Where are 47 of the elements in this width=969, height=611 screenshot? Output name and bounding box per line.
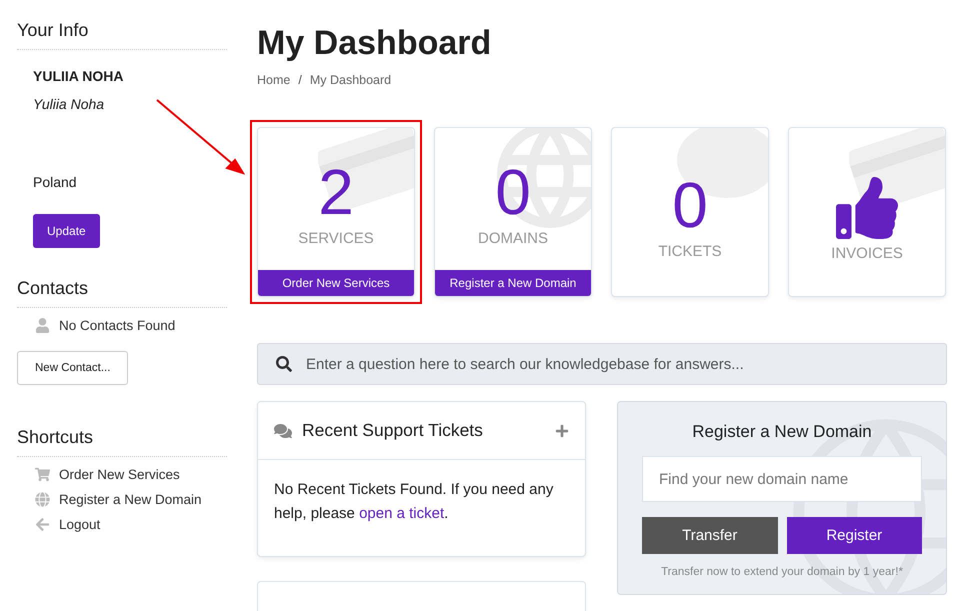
stat-tile[interactable]: 0 DOMAINS Register a New Domain xyxy=(434,127,592,297)
stat-count: 0 xyxy=(672,172,708,236)
tile-action-link[interactable]: Order New Services xyxy=(258,270,414,296)
country: Poland xyxy=(33,174,78,190)
section-heading: Shortcuts xyxy=(17,427,227,457)
breadcrumb-link[interactable]: My Dashboard xyxy=(310,73,392,87)
register-button[interactable]: Register xyxy=(786,517,922,554)
stat-tile[interactable]: 2 SERVICES Order New Services xyxy=(257,127,415,297)
page-title: My Dashboard xyxy=(257,24,492,63)
full-name: Yuliia Noha xyxy=(33,96,106,112)
shortcut-link[interactable]: Logout xyxy=(17,507,227,532)
new-contact-button[interactable]: New Contact... xyxy=(17,351,128,385)
search-field[interactable]: Enter a question here to search our knowledgebase for answers... xyxy=(257,343,947,385)
search-input[interactable]: Enter a question here to search our knowledgebase for answers... xyxy=(304,354,928,374)
open-ticket-link[interactable]: open a ticket xyxy=(359,505,444,522)
panel-title: Recent Support Tickets xyxy=(302,420,484,441)
stat-tile[interactable]: 0 TICKETS xyxy=(611,127,769,297)
empty-contacts-text: No Contacts Found xyxy=(59,318,176,333)
stat-label: TICKETS xyxy=(658,242,722,260)
transfer-button[interactable]: Transfer xyxy=(642,517,778,554)
user-icon xyxy=(33,318,51,333)
chat-bubbles-icon xyxy=(274,422,292,440)
update-button[interactable]: Update xyxy=(33,214,100,248)
panel-title: Register a New Domain xyxy=(692,422,872,442)
cart-icon xyxy=(33,467,51,482)
shortcut-link[interactable]: Order New Services xyxy=(17,457,227,482)
tile-action-link[interactable]: Register a New Domain xyxy=(435,270,591,296)
stat-label: SERVICES xyxy=(298,230,374,246)
stat-label: DOMAINS xyxy=(478,230,548,246)
section-heading: Your Info xyxy=(17,20,227,50)
user-name: YULIIA NOHA xyxy=(33,68,124,84)
shortcut-link[interactable]: Register a New Domain xyxy=(17,482,227,507)
stat-label: INVOICES xyxy=(831,244,903,262)
domain-input[interactable]: Find your new domain name xyxy=(642,456,922,502)
globe-icon xyxy=(33,492,51,507)
breadcrumb-separator: / xyxy=(298,73,302,87)
stat-count: 2 xyxy=(318,160,354,224)
panel-text: No Recent Tickets Found. If you need any help, please open a ticket. xyxy=(273,480,554,524)
globe-watermark-icon xyxy=(495,128,591,230)
stat-count: 0 xyxy=(495,160,531,224)
section-heading: Contacts xyxy=(17,278,227,308)
transfer-note: Transfer now to extend your domain by 1 year!* xyxy=(661,566,903,578)
thumbs-up-icon xyxy=(836,176,898,238)
search-icon xyxy=(276,356,292,372)
arrow-left-icon xyxy=(33,517,51,532)
breadcrumb-link[interactable]: Home xyxy=(257,73,290,87)
plus-icon[interactable] xyxy=(555,424,569,438)
